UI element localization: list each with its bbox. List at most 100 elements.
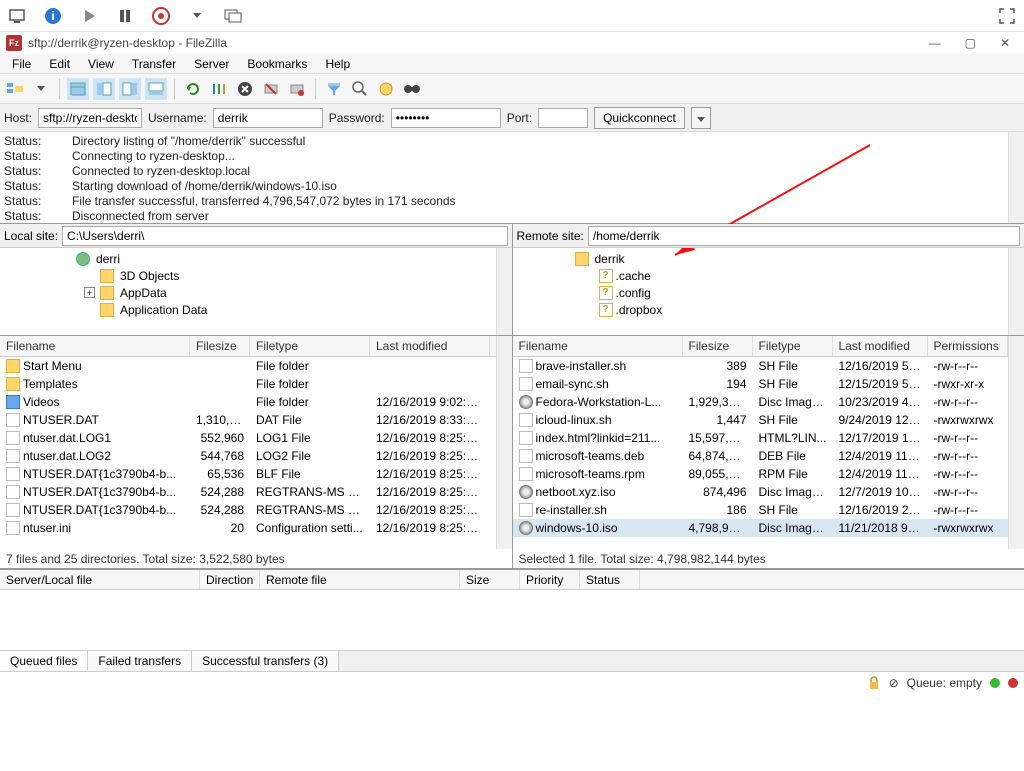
pause-icon[interactable] — [114, 5, 136, 27]
toggle-queue-icon[interactable] — [145, 78, 167, 100]
menu-view[interactable]: View — [80, 55, 122, 73]
compare-icon[interactable] — [349, 78, 371, 100]
port-input[interactable] — [538, 108, 588, 128]
sync-browse-icon[interactable] — [375, 78, 397, 100]
password-input[interactable] — [391, 108, 501, 128]
filter-icon[interactable] — [323, 78, 345, 100]
maximize-button[interactable]: ▢ — [965, 36, 976, 50]
file-row[interactable]: ntuser.dat.LOG1552,960LOG1 File12/16/201… — [0, 429, 512, 447]
column-header[interactable]: Filename — [513, 336, 683, 356]
scrollbar[interactable] — [1008, 248, 1024, 335]
quickconnect-dropdown[interactable] — [691, 107, 711, 129]
local-path-input[interactable] — [62, 226, 507, 246]
file-row[interactable]: NTUSER.DAT{1c3790b4-b...65,536BLF File12… — [0, 465, 512, 483]
file-row[interactable]: windows-10.iso4,798,982,...Disc Image...… — [513, 519, 1024, 537]
column-header[interactable]: Filesize — [190, 336, 250, 356]
column-header[interactable]: Remote file — [260, 570, 460, 589]
process-queue-icon[interactable] — [208, 78, 230, 100]
disc-icon — [519, 521, 533, 535]
file-row[interactable]: microsoft-teams.rpm89,055,321RPM File12/… — [513, 465, 1024, 483]
refresh-icon[interactable] — [182, 78, 204, 100]
tab-failed[interactable]: Failed transfers — [88, 651, 192, 671]
quickconnect-button[interactable]: Quickconnect — [594, 107, 685, 129]
file-row[interactable]: ntuser.dat.LOG2544,768LOG2 File12/16/201… — [0, 447, 512, 465]
tree-item[interactable]: 3D Objects — [0, 267, 512, 284]
menu-server[interactable]: Server — [186, 55, 237, 73]
column-header[interactable]: Filename — [0, 336, 190, 356]
file-row[interactable]: NTUSER.DAT{1c3790b4-b...524,288REGTRANS-… — [0, 483, 512, 501]
toggle-remote-tree-icon[interactable] — [119, 78, 141, 100]
log-message: Connected to ryzen-desktop.local — [72, 164, 250, 179]
scrollbar[interactable] — [1008, 132, 1024, 223]
column-header[interactable]: Priority — [520, 570, 580, 589]
menu-file[interactable]: File — [4, 55, 39, 73]
file-row[interactable]: index.html?linkid=211...15,597,200HTML?L… — [513, 429, 1024, 447]
menu-edit[interactable]: Edit — [41, 55, 78, 73]
monitor-icon[interactable] — [6, 5, 28, 27]
tree-item[interactable]: ?.config — [513, 284, 1024, 301]
site-manager-icon[interactable] — [4, 78, 26, 100]
record-icon[interactable] — [150, 5, 172, 27]
cancel-icon[interactable] — [234, 78, 256, 100]
file-row[interactable]: NTUSER.DAT{1c3790b4-b...524,288REGTRANS-… — [0, 501, 512, 519]
local-tree[interactable]: derri3D Objects+AppDataApplication Data — [0, 248, 512, 336]
file-row[interactable]: email-sync.sh194SH File12/15/2019 5:2...… — [513, 375, 1024, 393]
menu-bookmarks[interactable]: Bookmarks — [239, 55, 315, 73]
host-input[interactable] — [38, 108, 142, 128]
queue-body[interactable] — [0, 590, 1024, 650]
file-row[interactable]: icloud-linux.sh1,447SH File9/24/2019 12:… — [513, 411, 1024, 429]
column-header[interactable]: Size — [460, 570, 520, 589]
local-file-list[interactable]: FilenameFilesizeFiletypeLast modified St… — [0, 336, 512, 549]
column-header[interactable]: Filetype — [753, 336, 833, 356]
file-row[interactable]: re-installer.sh186SH File12/16/2019 2:4.… — [513, 501, 1024, 519]
tab-successful[interactable]: Successful transfers (3) — [192, 651, 339, 671]
column-header[interactable]: Permissions — [928, 336, 1008, 356]
minimize-button[interactable]: — — [929, 36, 941, 50]
column-header[interactable]: Filetype — [250, 336, 370, 356]
file-row[interactable]: Start MenuFile folder — [0, 357, 512, 375]
column-header[interactable]: Last modified — [833, 336, 928, 356]
windows-icon[interactable] — [222, 5, 244, 27]
scrollbar[interactable] — [496, 248, 512, 335]
file-row[interactable]: TemplatesFile folder — [0, 375, 512, 393]
column-header[interactable]: Server/Local file — [0, 570, 200, 589]
tree-item[interactable]: +AppData — [0, 284, 512, 301]
info-icon[interactable]: i — [42, 5, 64, 27]
close-button[interactable]: ✕ — [1000, 36, 1010, 50]
scrollbar[interactable] — [496, 336, 512, 549]
tab-queued[interactable]: Queued files — [0, 651, 88, 671]
dropdown-icon[interactable] — [186, 5, 208, 27]
tree-item[interactable]: ?.dropbox — [513, 301, 1024, 318]
file-row[interactable]: brave-installer.sh389SH File12/16/2019 5… — [513, 357, 1024, 375]
remote-tree[interactable]: derrik?.cache?.config?.dropbox — [513, 248, 1024, 336]
remote-file-list[interactable]: FilenameFilesizeFiletypeLast modifiedPer… — [513, 336, 1024, 549]
remote-path-input[interactable] — [588, 226, 1020, 246]
toggle-log-icon[interactable] — [67, 78, 89, 100]
column-header[interactable]: Status — [580, 570, 640, 589]
site-dropdown-icon[interactable] — [30, 78, 52, 100]
tree-item[interactable]: ?.cache — [513, 267, 1024, 284]
fullscreen-icon[interactable] — [996, 5, 1018, 27]
file-row[interactable]: netboot.xyz.iso874,496Disc Image...12/7/… — [513, 483, 1024, 501]
column-header[interactable]: Filesize — [683, 336, 753, 356]
play-icon[interactable] — [78, 5, 100, 27]
menu-help[interactable]: Help — [317, 55, 358, 73]
username-input[interactable] — [213, 108, 323, 128]
toggle-tree-icon[interactable] — [93, 78, 115, 100]
expand-icon[interactable]: + — [84, 287, 95, 298]
file-row[interactable]: Fedora-Workstation-L...1,929,379,...Disc… — [513, 393, 1024, 411]
reconnect-icon[interactable] — [286, 78, 308, 100]
tree-item[interactable]: Application Data — [0, 301, 512, 318]
disconnect-icon[interactable] — [260, 78, 282, 100]
tree-item[interactable]: derri — [0, 250, 512, 267]
tree-item[interactable]: derrik — [513, 250, 1024, 267]
column-header[interactable]: Direction — [200, 570, 260, 589]
scrollbar[interactable] — [1008, 336, 1024, 549]
column-header[interactable]: Last modified — [370, 336, 490, 356]
file-row[interactable]: VideosFile folder12/16/2019 9:02:59... — [0, 393, 512, 411]
file-row[interactable]: microsoft-teams.deb64,874,490DEB File12/… — [513, 447, 1024, 465]
menu-transfer[interactable]: Transfer — [124, 55, 184, 73]
file-row[interactable]: NTUSER.DAT1,310,720DAT File12/16/2019 8:… — [0, 411, 512, 429]
search-icon[interactable] — [401, 78, 423, 100]
file-row[interactable]: ntuser.ini20Configuration setti...12/16/… — [0, 519, 512, 537]
